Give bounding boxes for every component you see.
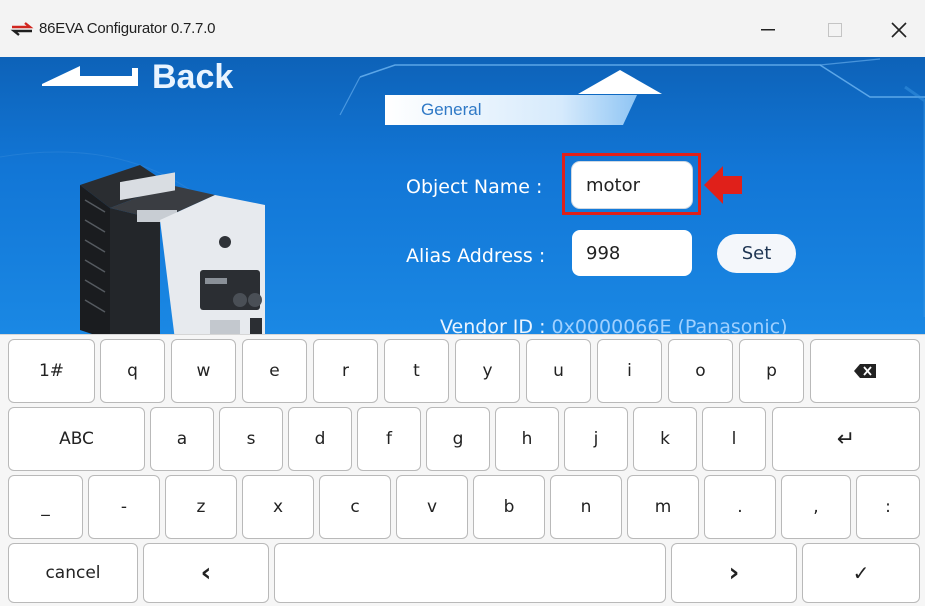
key-m[interactable]: m <box>627 475 699 539</box>
key-left-arrow[interactable]: ‹ <box>143 543 269 603</box>
key-d[interactable]: d <box>288 407 352 471</box>
key-done[interactable]: ✓ <box>802 543 920 603</box>
object-name-input[interactable]: motor <box>572 162 692 208</box>
vendor-id-label: Vendor ID : <box>440 316 546 334</box>
back-button[interactable]: Back <box>40 57 233 97</box>
key-f[interactable]: f <box>357 407 421 471</box>
alias-address-value: 998 <box>586 242 621 264</box>
key-symbols[interactable]: 1# <box>8 339 95 403</box>
close-button[interactable] <box>876 12 922 48</box>
key-period[interactable]: . <box>704 475 776 539</box>
alias-address-input[interactable]: 998 <box>572 230 692 276</box>
key-i[interactable]: i <box>597 339 662 403</box>
maximize-button[interactable] <box>812 12 858 48</box>
key-cancel[interactable]: cancel <box>8 543 138 603</box>
key-x[interactable]: x <box>242 475 314 539</box>
maximize-icon <box>828 23 842 37</box>
key-t[interactable]: t <box>384 339 449 403</box>
key-q[interactable]: q <box>100 339 165 403</box>
key-c[interactable]: c <box>319 475 391 539</box>
pointer-arrow-icon <box>704 166 742 204</box>
vendor-id-value: 0x0000066E (Panasonic) <box>551 316 788 334</box>
app-logo-icon <box>10 22 34 36</box>
key-j[interactable]: j <box>564 407 628 471</box>
set-button[interactable]: Set <box>717 234 796 273</box>
key-p[interactable]: p <box>739 339 804 403</box>
key-b[interactable]: b <box>473 475 545 539</box>
title-bar: 86EVA Configurator 0.7.7.0 <box>0 0 925 57</box>
key-right-arrow[interactable]: › <box>671 543 797 603</box>
backspace-icon <box>854 364 876 378</box>
key-underscore[interactable]: _ <box>8 475 83 539</box>
key-hyphen[interactable]: - <box>88 475 160 539</box>
key-v[interactable]: v <box>396 475 468 539</box>
close-icon <box>891 22 907 38</box>
minimize-icon <box>761 29 775 31</box>
key-g[interactable]: g <box>426 407 490 471</box>
on-screen-keyboard: 1# q w e r t y u i o p ABC a s d f g h j… <box>0 334 925 606</box>
back-label: Back <box>152 58 234 96</box>
key-s[interactable]: s <box>219 407 283 471</box>
key-abc[interactable]: ABC <box>8 407 145 471</box>
vendor-id: Vendor ID : 0x0000066E (Panasonic) <box>440 316 788 334</box>
key-o[interactable]: o <box>668 339 733 403</box>
key-y[interactable]: y <box>455 339 520 403</box>
app-content: Back General Object Name: motor Alias A… <box>0 57 925 334</box>
key-u[interactable]: u <box>526 339 591 403</box>
back-arrow-icon <box>42 66 138 86</box>
key-l[interactable]: l <box>702 407 766 471</box>
servo-drive-image <box>80 165 265 334</box>
key-comma[interactable]: , <box>781 475 851 539</box>
window-title: 86EVA Configurator 0.7.7.0 <box>39 20 216 37</box>
key-a[interactable]: a <box>150 407 214 471</box>
alias-address-label: Alias Address : <box>406 245 546 267</box>
key-h[interactable]: h <box>495 407 559 471</box>
key-w[interactable]: w <box>171 339 236 403</box>
key-k[interactable]: k <box>633 407 697 471</box>
minimize-button[interactable] <box>745 12 791 48</box>
key-enter[interactable]: ↵ <box>772 407 920 471</box>
key-colon[interactable]: : <box>856 475 920 539</box>
key-e[interactable]: e <box>242 339 307 403</box>
object-name-value: motor <box>586 174 641 196</box>
key-z[interactable]: z <box>165 475 237 539</box>
collapse-up-icon[interactable] <box>578 70 662 94</box>
key-space[interactable] <box>274 543 666 603</box>
tab-general-label: General <box>421 100 482 119</box>
key-backspace[interactable] <box>810 339 920 403</box>
key-n[interactable]: n <box>550 475 622 539</box>
key-r[interactable]: r <box>313 339 378 403</box>
object-name-label: Object Name : <box>406 176 543 198</box>
